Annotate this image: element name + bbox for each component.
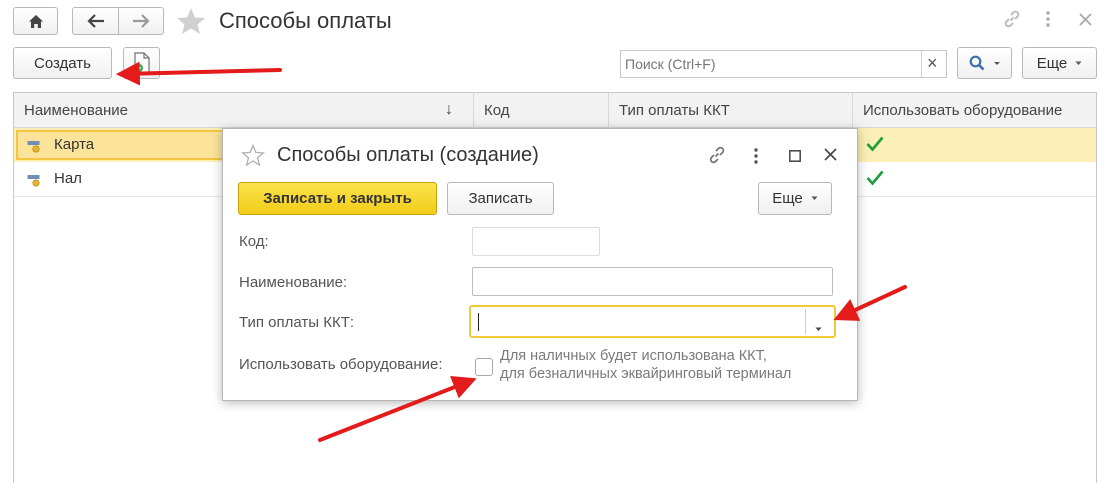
- save-button[interactable]: Записать: [447, 182, 554, 215]
- text-cursor: [478, 313, 479, 331]
- check-icon: [866, 170, 884, 189]
- close-icon[interactable]: [1079, 13, 1092, 29]
- chevron-down-icon: [811, 196, 818, 201]
- search-icon: [969, 55, 1001, 71]
- favorite-star-icon[interactable]: [241, 143, 265, 169]
- search-input-box[interactable]: ×: [620, 50, 947, 78]
- catalog-item-icon: [27, 139, 41, 156]
- kkt-type-label: Тип оплаты ККТ:: [239, 314, 355, 331]
- document-add-icon: [133, 52, 151, 74]
- equipment-label: Использовать оборудование:: [239, 356, 443, 373]
- name-label: Наименование:: [239, 274, 348, 291]
- home-icon: [28, 14, 44, 29]
- more-vertical-icon[interactable]: [753, 147, 759, 168]
- table-header: Наименование ↓ Код Тип оплаты ККТ Исполь…: [14, 93, 1096, 128]
- more-label: Еще: [1036, 54, 1068, 72]
- create-dialog: Способы оплаты (создание) Записать и зак…: [222, 128, 858, 401]
- search-button[interactable]: [957, 47, 1012, 79]
- close-icon[interactable]: [824, 148, 837, 164]
- more-button[interactable]: Еще: [1022, 47, 1097, 79]
- kkt-type-field[interactable]: [469, 305, 836, 338]
- sort-descending-icon: ↓: [445, 101, 453, 118]
- maximize-icon[interactable]: [789, 149, 801, 165]
- page-title: Способы оплаты: [219, 8, 392, 33]
- favorite-star-icon[interactable]: [176, 7, 206, 38]
- code-label: Код:: [239, 233, 269, 250]
- forward-button[interactable]: [118, 7, 164, 35]
- row-name-cell[interactable]: [16, 130, 224, 160]
- code-field[interactable]: [472, 227, 600, 256]
- dialog-more-label: Еще: [772, 190, 803, 207]
- equipment-checkbox[interactable]: [475, 358, 493, 376]
- chevron-down-icon: [1075, 61, 1082, 66]
- equipment-hint: Для наличных будет использована ККТ, для…: [500, 348, 792, 382]
- row-name: Карта: [54, 136, 95, 153]
- home-button[interactable]: [13, 7, 58, 35]
- create-button[interactable]: Создать: [13, 47, 112, 79]
- link-icon[interactable]: [1002, 9, 1022, 32]
- copy-document-button[interactable]: [123, 47, 160, 79]
- search-input[interactable]: [621, 51, 921, 77]
- column-header-kkt-type[interactable]: Тип оплаты ККТ: [609, 93, 853, 128]
- arrow-left-icon: [86, 14, 105, 28]
- row-name: Нал: [54, 170, 82, 187]
- dropdown-divider: [805, 309, 806, 334]
- more-vertical-icon[interactable]: [1045, 10, 1051, 31]
- check-icon: [866, 136, 884, 155]
- back-button[interactable]: [72, 7, 119, 35]
- dropdown-arrow-icon[interactable]: [815, 319, 822, 335]
- search-clear-button[interactable]: ×: [927, 53, 938, 74]
- link-icon[interactable]: [707, 145, 727, 168]
- catalog-item-icon: [27, 173, 41, 190]
- column-header-name[interactable]: Наименование: [14, 93, 474, 128]
- arrow-right-icon: [132, 14, 150, 28]
- name-field[interactable]: [472, 267, 833, 296]
- dialog-title: Способы оплаты (создание): [277, 144, 539, 166]
- save-and-close-button[interactable]: Записать и закрыть: [238, 182, 437, 215]
- dialog-more-button[interactable]: Еще: [758, 182, 832, 215]
- column-header-uses-equipment[interactable]: Использовать оборудование: [853, 93, 1098, 128]
- column-header-code[interactable]: Код: [474, 93, 609, 128]
